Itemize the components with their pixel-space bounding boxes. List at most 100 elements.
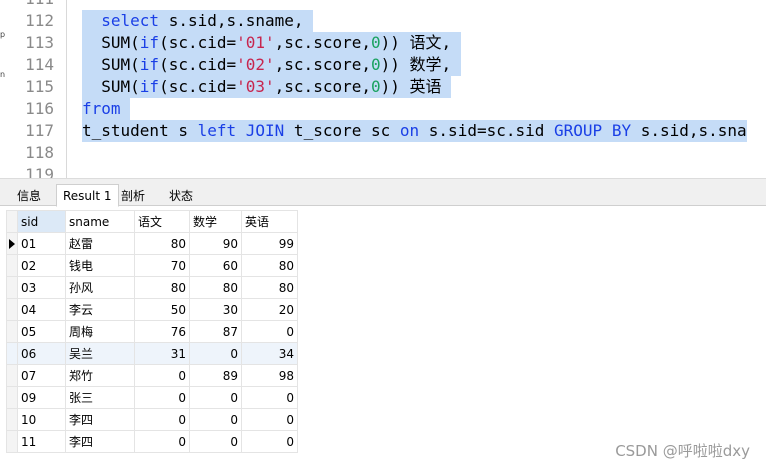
table-row[interactable]: 10 李四 0 0 0 bbox=[6, 408, 298, 431]
cell-yuwen[interactable]: 31 bbox=[134, 342, 190, 365]
cell-sid[interactable]: 10 bbox=[17, 408, 66, 431]
cell-sid[interactable]: 06 bbox=[17, 342, 66, 365]
cell-yuwen[interactable]: 0 bbox=[134, 408, 190, 431]
cell-sname[interactable]: 赵雷 bbox=[65, 232, 135, 255]
cell-sid[interactable]: 04 bbox=[17, 298, 66, 321]
row-header[interactable] bbox=[6, 408, 18, 431]
cell-yuwen[interactable]: 0 bbox=[134, 364, 190, 387]
line-number: 115 bbox=[25, 77, 54, 96]
cell-yingyu[interactable]: 0 bbox=[241, 386, 298, 409]
cell-shuxue[interactable]: 80 bbox=[189, 276, 242, 299]
cell-sid[interactable]: 11 bbox=[17, 430, 66, 453]
cell-yingyu[interactable]: 0 bbox=[241, 430, 298, 453]
code-line[interactable]: 115 SUM(if(sc.cid='03',sc.score,0)) 英语 bbox=[0, 76, 766, 98]
cell-sid[interactable]: 05 bbox=[17, 320, 66, 343]
row-header[interactable] bbox=[6, 232, 18, 255]
sql-editor[interactable]: p n 111112 select s.sid,s.sname, 113 SUM… bbox=[0, 0, 766, 178]
cell-sid[interactable]: 03 bbox=[17, 276, 66, 299]
cell-yuwen[interactable]: 80 bbox=[134, 276, 190, 299]
row-header[interactable] bbox=[6, 342, 18, 365]
cell-sname[interactable]: 吴兰 bbox=[65, 342, 135, 365]
column-header-sid[interactable]: sid bbox=[17, 210, 66, 233]
cell-shuxue[interactable]: 89 bbox=[189, 364, 242, 387]
table-row[interactable]: 05 周梅 76 87 0 bbox=[6, 320, 298, 343]
tab-result-1[interactable]: Result 1 bbox=[56, 184, 119, 207]
code-token: (sc.cid= bbox=[159, 33, 237, 52]
cell-yingyu[interactable]: 99 bbox=[241, 232, 298, 255]
row-header[interactable] bbox=[6, 364, 18, 387]
column-header-sname[interactable]: sname bbox=[65, 210, 135, 233]
cell-yingyu[interactable]: 80 bbox=[241, 276, 298, 299]
code-token: left bbox=[197, 121, 237, 140]
cell-sname[interactable]: 郑竹 bbox=[65, 364, 135, 387]
column-header-yuwen[interactable]: 语文 bbox=[134, 210, 190, 233]
row-header[interactable] bbox=[6, 386, 18, 409]
cell-sname[interactable]: 张三 bbox=[65, 386, 135, 409]
cell-shuxue[interactable]: 0 bbox=[189, 408, 242, 431]
table-row[interactable]: 06 吴兰 31 0 34 bbox=[6, 342, 298, 365]
row-header[interactable] bbox=[6, 320, 18, 343]
cell-sname[interactable]: 李四 bbox=[65, 408, 135, 431]
cell-yuwen[interactable]: 76 bbox=[134, 320, 190, 343]
code-line[interactable]: 119 bbox=[0, 164, 766, 178]
cell-shuxue[interactable]: 60 bbox=[189, 254, 242, 277]
cell-sname[interactable]: 周梅 bbox=[65, 320, 135, 343]
cell-yuwen[interactable]: 50 bbox=[134, 298, 190, 321]
cell-yingyu[interactable]: 0 bbox=[241, 320, 298, 343]
table-row[interactable]: 02 钱电 70 60 80 bbox=[6, 254, 298, 277]
tab-info[interactable]: 信息 bbox=[10, 184, 48, 207]
table-row[interactable]: 07 郑竹 0 89 98 bbox=[6, 364, 298, 387]
selection-pad bbox=[304, 11, 314, 30]
table-row[interactable]: 09 张三 0 0 0 bbox=[6, 386, 298, 409]
row-header[interactable] bbox=[6, 298, 18, 321]
cell-yingyu[interactable]: 34 bbox=[241, 342, 298, 365]
code-token: s.sid,s.sname, bbox=[159, 11, 304, 30]
cell-yuwen[interactable]: 80 bbox=[134, 232, 190, 255]
row-header[interactable] bbox=[6, 254, 18, 277]
cell-shuxue[interactable]: 0 bbox=[189, 430, 242, 453]
cell-shuxue[interactable]: 0 bbox=[189, 342, 242, 365]
cell-sid[interactable]: 02 bbox=[17, 254, 66, 277]
cell-yingyu[interactable]: 0 bbox=[241, 408, 298, 431]
code-text: SUM(if(sc.cid='01',sc.score,0)) 语文, bbox=[82, 32, 461, 54]
cell-sname[interactable]: 李云 bbox=[65, 298, 135, 321]
column-header-shuxue[interactable]: 数学 bbox=[189, 210, 242, 233]
cell-sname[interactable]: 钱电 bbox=[65, 254, 135, 277]
tab-status[interactable]: 状态 bbox=[162, 184, 200, 207]
cell-yingyu[interactable]: 20 bbox=[241, 298, 298, 321]
cell-yingyu[interactable]: 80 bbox=[241, 254, 298, 277]
cell-sid[interactable]: 01 bbox=[17, 232, 66, 255]
cell-shuxue[interactable]: 87 bbox=[189, 320, 242, 343]
cell-sname[interactable]: 孙风 bbox=[65, 276, 135, 299]
code-line[interactable]: 113 SUM(if(sc.cid='01',sc.score,0)) 语文, bbox=[0, 32, 766, 54]
code-line[interactable]: 114 SUM(if(sc.cid='02',sc.score,0)) 数学, bbox=[0, 54, 766, 76]
code-token: 0 bbox=[370, 77, 381, 96]
cell-yingyu[interactable]: 98 bbox=[241, 364, 298, 387]
code-token: SUM( bbox=[82, 55, 140, 74]
row-header[interactable] bbox=[6, 430, 18, 453]
tab-profile[interactable]: 剖析 bbox=[114, 184, 152, 207]
table-row[interactable]: 04 李云 50 30 20 bbox=[6, 298, 298, 321]
cell-sname[interactable]: 李四 bbox=[65, 430, 135, 453]
cell-shuxue[interactable]: 0 bbox=[189, 386, 242, 409]
cell-yuwen[interactable]: 0 bbox=[134, 430, 190, 453]
cell-yuwen[interactable]: 0 bbox=[134, 386, 190, 409]
cell-sid[interactable]: 07 bbox=[17, 364, 66, 387]
column-header-yingyu[interactable]: 英语 bbox=[241, 210, 298, 233]
cell-sid[interactable]: 09 bbox=[17, 386, 66, 409]
row-header[interactable] bbox=[6, 276, 18, 299]
code-line[interactable]: 117 t_student s left JOIN t_score sc on s… bbox=[0, 120, 766, 142]
code-line[interactable]: 112 select s.sid,s.sname, bbox=[0, 10, 766, 32]
code-line[interactable]: 118 bbox=[0, 142, 766, 164]
table-row[interactable]: 03 孙风 80 80 80 bbox=[6, 276, 298, 299]
cell-shuxue[interactable]: 90 bbox=[189, 232, 242, 255]
result-grid[interactable]: sid sname 语文 数学 英语 01 赵雷 80 90 99 02 钱电 70 60 80 0… bbox=[6, 210, 298, 453]
table-row[interactable]: 01 赵雷 80 90 99 bbox=[6, 232, 298, 255]
cell-yuwen[interactable]: 70 bbox=[134, 254, 190, 277]
cell-shuxue[interactable]: 30 bbox=[189, 298, 242, 321]
code-line[interactable]: 111 bbox=[0, 0, 766, 10]
table-row[interactable]: 11 李四 0 0 0 bbox=[6, 430, 298, 453]
line-number: 118 bbox=[25, 143, 54, 162]
code-line[interactable]: 116 from bbox=[0, 98, 766, 120]
